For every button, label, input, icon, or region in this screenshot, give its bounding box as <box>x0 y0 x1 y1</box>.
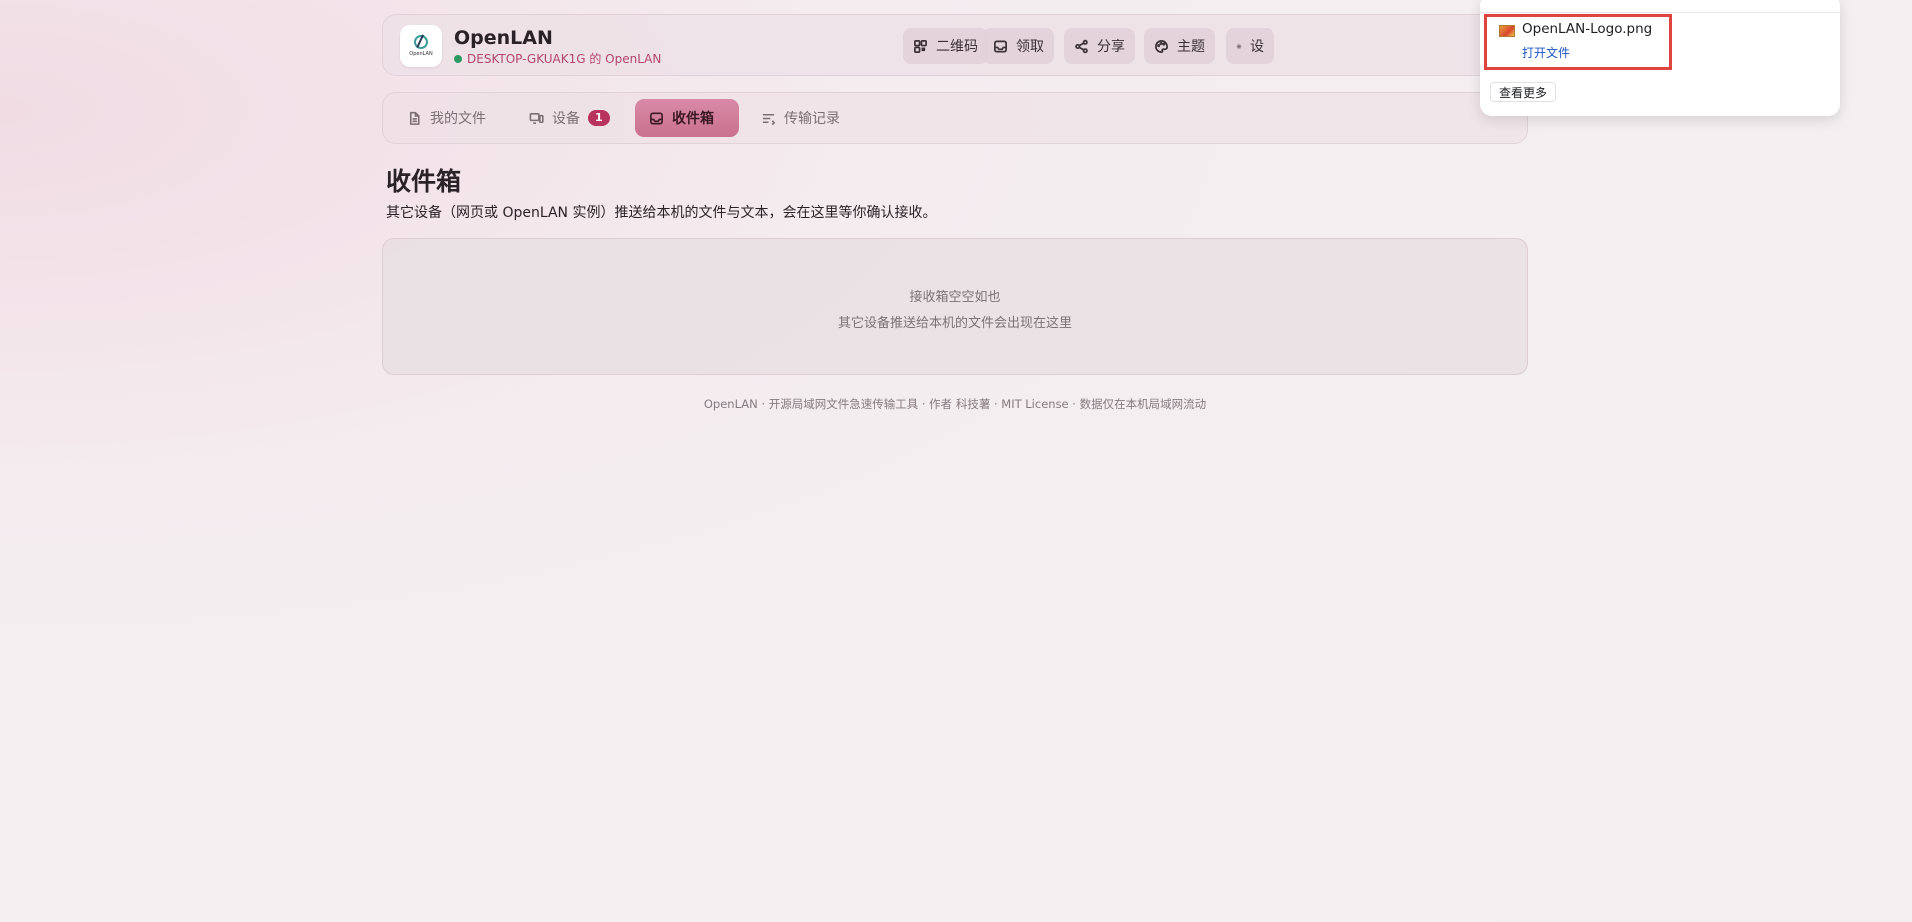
tab-transfer-history-label: 传输记录 <box>784 111 840 127</box>
inbox-icon <box>994 40 1007 52</box>
app-title: OpenLAN <box>454 27 553 49</box>
tab-transfer-history[interactable]: 传输记录 <box>747 99 854 137</box>
page-description: 其它设备（网页或 OpenLAN 实例）推送给本机的文件与文本，会在这里等你确认… <box>386 205 937 221</box>
share-button-label: 分享 <box>1097 39 1125 55</box>
devices-icon <box>529 112 544 124</box>
main-tabs: 我的文件 设备 1 收件箱 传输记录 <box>382 92 1528 144</box>
tab-my-files-label: 我的文件 <box>430 111 486 127</box>
file-icon <box>409 111 420 125</box>
app-logo: OpenLAN <box>400 25 442 67</box>
openlan-logo-icon <box>414 35 428 49</box>
tab-my-files[interactable]: 我的文件 <box>393 99 500 137</box>
downloaded-file-name[interactable]: OpenLAN-Logo.png <box>1522 21 1652 37</box>
list-icon <box>762 113 776 125</box>
open-file-link[interactable]: 打开文件 <box>1522 44 1570 61</box>
popup-divider <box>1480 12 1840 13</box>
palette-icon <box>1155 39 1168 53</box>
devices-count-badge: 1 <box>588 110 610 126</box>
qrcode-button-label: 二维码 <box>936 39 978 55</box>
page-title: 收件箱 <box>386 167 462 196</box>
theme-button[interactable]: 主题 <box>1144 28 1215 64</box>
logo-text: OpenLAN <box>409 51 433 57</box>
settings-button-label: 设 <box>1250 39 1264 55</box>
qrcode-button[interactable]: 二维码 <box>903 28 988 64</box>
qrcode-icon <box>914 39 927 53</box>
inbox-icon <box>650 112 663 124</box>
online-status-dot <box>454 54 462 63</box>
app-header: OpenLAN OpenLAN DESKTOP-GKUAK1G 的 OpenLA… <box>382 14 1528 76</box>
tab-devices-label: 设备 <box>552 111 580 127</box>
tab-devices[interactable]: 设备 1 <box>515 99 624 137</box>
see-more-button[interactable]: 查看更多 <box>1490 82 1557 102</box>
empty-state-subtitle: 其它设备推送给本机的文件会出现在这里 <box>837 316 1072 331</box>
device-status-text: DESKTOP-GKUAK1G 的 OpenLAN <box>467 52 662 66</box>
download-popup: OpenLAN-Logo.png 打开文件 查看更多 <box>1480 0 1840 116</box>
tab-inbox[interactable]: 收件箱 <box>635 99 739 137</box>
device-status: DESKTOP-GKUAK1G 的 OpenLAN <box>454 50 661 67</box>
receive-button[interactable]: 领取 <box>983 28 1054 64</box>
theme-button-label: 主题 <box>1177 39 1205 55</box>
tab-inbox-label: 收件箱 <box>672 111 714 127</box>
receive-button-label: 领取 <box>1016 39 1044 55</box>
image-file-icon <box>1499 25 1515 37</box>
settings-button[interactable]: 设 <box>1226 28 1274 64</box>
empty-state-title: 接收箱空空如也 <box>909 290 1001 305</box>
share-button[interactable]: 分享 <box>1064 28 1135 64</box>
share-icon <box>1075 39 1088 53</box>
page-footer: OpenLAN · 开源局域网文件急速传输工具 · 作者 科技薯 · MIT L… <box>703 397 1207 411</box>
inbox-empty-state: 接收箱空空如也 其它设备推送给本机的文件会出现在这里 <box>382 238 1528 375</box>
gear-icon <box>1236 43 1242 49</box>
